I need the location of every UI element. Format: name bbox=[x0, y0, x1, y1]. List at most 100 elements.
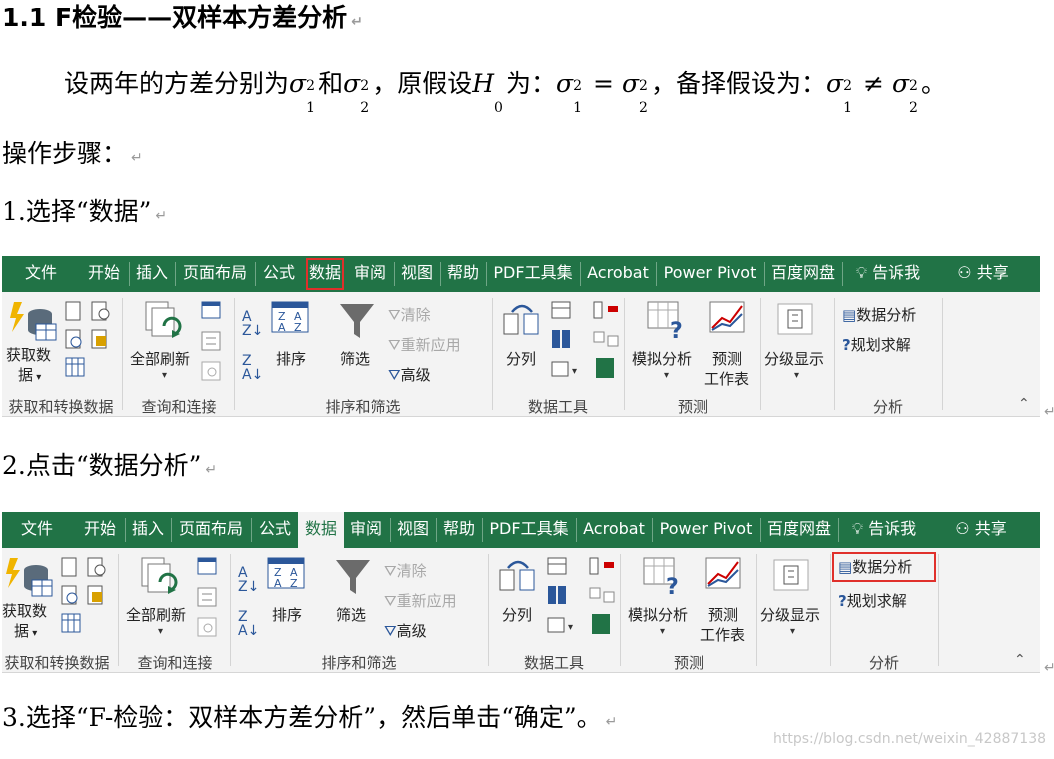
tab-review[interactable]: 审阅 bbox=[350, 256, 390, 292]
tab-page-layout[interactable]: 页面布局 bbox=[178, 256, 252, 292]
tab-tell-me[interactable]: 💡︎ 告诉我 bbox=[848, 256, 928, 292]
blog-watermark: https://blog.csdn.net/weixin_42887138 bbox=[773, 731, 1047, 747]
tab-acrobat[interactable]: Acrobat bbox=[583, 256, 653, 292]
sort-za-icon[interactable]: Z A↓ bbox=[238, 610, 259, 638]
group-label-get-transform: 获取和转换数据 bbox=[8, 398, 114, 416]
ribbon-tab-bar-2: 文件 开始 插入 页面布局 公式 数据 审阅 视图 帮助 PDF工具集 Acro… bbox=[2, 512, 1040, 548]
collapse-ribbon-icon[interactable]: ⌃ bbox=[1018, 396, 1030, 412]
paragraph-mark: ↵ bbox=[351, 14, 363, 30]
tab-home[interactable]: 开始 bbox=[82, 256, 126, 292]
share-button[interactable]: ⚇ 共享 bbox=[948, 512, 1014, 548]
solver-button[interactable]: ?规划求解 bbox=[838, 590, 907, 611]
tab-pdf-tools[interactable]: PDF工具集 bbox=[485, 512, 573, 548]
tab-view[interactable]: 视图 bbox=[397, 256, 437, 292]
forecast-sheet-button-line2[interactable]: 工作表 bbox=[704, 368, 749, 389]
tab-home[interactable]: 开始 bbox=[78, 512, 122, 548]
outline-dropdown-icon[interactable]: ▾ bbox=[794, 370, 799, 381]
tab-baidu-netdisk[interactable]: 百度网盘 bbox=[763, 512, 835, 548]
group-label-analysis: 分析 bbox=[868, 654, 899, 672]
tab-review[interactable]: 审阅 bbox=[346, 512, 386, 548]
what-if-dropdown-icon[interactable]: ▾ bbox=[660, 626, 665, 637]
tab-formulas[interactable]: 公式 bbox=[258, 256, 300, 292]
what-if-dropdown-icon[interactable]: ▾ bbox=[664, 370, 669, 381]
step-3: 3.选择“F-检验：双样本方差分析”，然后单击“确定”。 ↵ bbox=[2, 703, 618, 732]
tab-data[interactable]: 数据 bbox=[298, 512, 344, 548]
advanced-filter-button[interactable]: ⛛高级 bbox=[388, 364, 431, 385]
refresh-all-dropdown-icon[interactable]: ▾ bbox=[162, 370, 167, 381]
what-if-analysis-button[interactable]: 模拟分析 bbox=[632, 348, 692, 369]
sort-az-icon[interactable]: A Z↓ bbox=[242, 310, 263, 338]
tab-help[interactable]: 帮助 bbox=[443, 256, 483, 292]
sort-icon: ZA AZ bbox=[271, 301, 309, 334]
reapply-button[interactable]: ⛛重新应用 bbox=[384, 590, 457, 611]
data-analysis-button[interactable]: ▤数据分析 bbox=[842, 304, 916, 325]
filter-button[interactable]: 筛选 bbox=[340, 348, 370, 369]
sort-button[interactable]: 排序 bbox=[272, 604, 302, 625]
get-data-button[interactable]: 获取数 bbox=[2, 600, 47, 621]
forecast-sheet-icon bbox=[705, 557, 741, 589]
excel-ribbon-data-tab: 文件 开始 插入 页面布局 公式 数据 审阅 视图 帮助 PDF工具集 Acro… bbox=[2, 256, 1040, 417]
tab-help[interactable]: 帮助 bbox=[439, 512, 479, 548]
advanced-filter-button[interactable]: ⛛高级 bbox=[384, 620, 427, 641]
text-to-columns-button[interactable]: 分列 bbox=[506, 348, 536, 369]
text-to-columns-icon bbox=[503, 304, 539, 335]
solver-button[interactable]: ?规划求解 bbox=[842, 334, 911, 355]
get-data-small-icons bbox=[61, 557, 106, 633]
filter-button[interactable]: 筛选 bbox=[336, 604, 366, 625]
text-to-columns-button[interactable]: 分列 bbox=[502, 604, 532, 625]
tab-pdf-tools[interactable]: PDF工具集 bbox=[489, 256, 577, 292]
group-label-forecast: 预测 bbox=[673, 654, 704, 672]
forecast-sheet-icon bbox=[709, 301, 745, 333]
group-label-queries: 查询和连接 bbox=[141, 398, 217, 416]
refresh-all-button[interactable]: 全部刷新 bbox=[130, 348, 190, 369]
sort-az-icon[interactable]: A Z↓ bbox=[238, 566, 259, 594]
get-data-button-line2[interactable]: 据 ▾ bbox=[18, 364, 41, 385]
tab-insert[interactable]: 插入 bbox=[128, 512, 168, 548]
lightbulb-icon: 💡︎ bbox=[855, 263, 868, 282]
tab-data[interactable]: 数据 bbox=[304, 256, 346, 292]
ribbon-body: 获取数 据 ▾ 获取和转换数据 全部刷新 ▾ 查询和连接 A Z↓ Z A↓ ZA bbox=[2, 292, 1040, 417]
refresh-all-icon bbox=[141, 557, 178, 594]
collapse-ribbon-icon[interactable]: ⌃ bbox=[1014, 652, 1026, 668]
get-data-button[interactable]: 获取数 bbox=[6, 344, 51, 365]
refresh-all-dropdown-icon[interactable]: ▾ bbox=[158, 626, 163, 637]
steps-title: 操作步骤： ↵ bbox=[2, 139, 143, 168]
group-label-sort-filter: 排序和筛选 bbox=[321, 654, 397, 672]
tab-view[interactable]: 视图 bbox=[393, 512, 433, 548]
tab-file[interactable]: 文件 bbox=[12, 512, 62, 548]
outline-button[interactable]: 分级显示 bbox=[764, 348, 824, 369]
data-analysis-button[interactable]: ▤数据分析 bbox=[838, 556, 912, 577]
forecast-sheet-button[interactable]: 预测 bbox=[708, 604, 738, 625]
svg-text:?: ? bbox=[670, 319, 683, 340]
get-data-button-line2[interactable]: 据 ▾ bbox=[14, 620, 37, 641]
lightbulb-icon: 💡︎ bbox=[851, 519, 864, 538]
tab-power-pivot[interactable]: Power Pivot bbox=[659, 256, 761, 292]
tab-baidu-netdisk[interactable]: 百度网盘 bbox=[767, 256, 839, 292]
share-button[interactable]: ⚇ 共享 bbox=[950, 256, 1016, 292]
tab-acrobat[interactable]: Acrobat bbox=[579, 512, 649, 548]
outline-button[interactable]: 分级显示 bbox=[760, 604, 820, 625]
outline-dropdown-icon[interactable]: ▾ bbox=[790, 626, 795, 637]
refresh-all-button[interactable]: 全部刷新 bbox=[126, 604, 186, 625]
clear-filter-button[interactable]: ⛛清除 bbox=[388, 304, 431, 325]
forecast-sheet-button-line2[interactable]: 工作表 bbox=[700, 624, 745, 645]
tab-page-layout[interactable]: 页面布局 bbox=[174, 512, 248, 548]
forecast-sheet-button[interactable]: 预测 bbox=[712, 348, 742, 369]
what-if-analysis-button[interactable]: 模拟分析 bbox=[628, 604, 688, 625]
tab-tell-me[interactable]: 💡︎ 告诉我 bbox=[844, 512, 924, 548]
text-to-columns-icon bbox=[499, 560, 535, 591]
sort-za-icon[interactable]: Z A↓ bbox=[242, 354, 263, 382]
tab-power-pivot[interactable]: Power Pivot bbox=[655, 512, 757, 548]
clear-filter-icon: ⛛ bbox=[384, 562, 397, 580]
filter-funnel-icon bbox=[336, 560, 370, 594]
tab-formulas[interactable]: 公式 bbox=[254, 512, 296, 548]
sort-button[interactable]: 排序 bbox=[276, 348, 306, 369]
advanced-filter-icon: ⛛ bbox=[384, 622, 397, 640]
svg-text:Z: Z bbox=[290, 577, 298, 590]
reapply-button[interactable]: ⛛重新应用 bbox=[388, 334, 461, 355]
tab-file[interactable]: 文件 bbox=[16, 256, 66, 292]
group-label-forecast: 预测 bbox=[677, 398, 708, 416]
tab-insert[interactable]: 插入 bbox=[132, 256, 172, 292]
group-label-get-transform: 获取和转换数据 bbox=[4, 654, 110, 672]
clear-filter-button[interactable]: ⛛清除 bbox=[384, 560, 427, 581]
